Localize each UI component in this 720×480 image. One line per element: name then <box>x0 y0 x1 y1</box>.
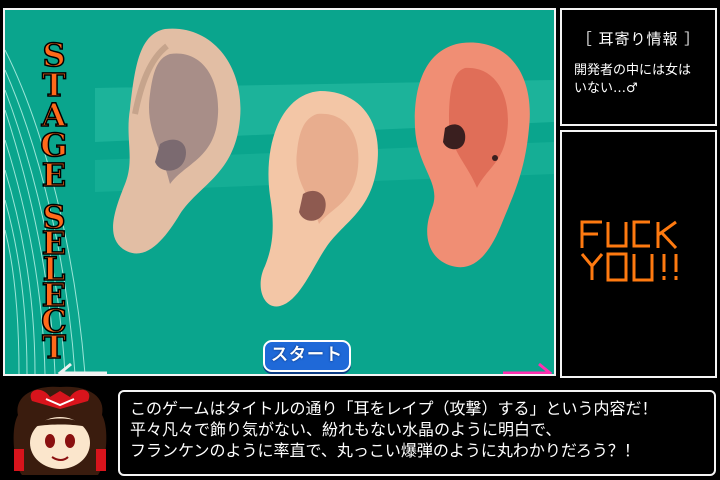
stage-select-panel: S T A G E S E L E C T スタート <box>3 8 556 376</box>
info-text: 開発者の中には女は いない…♂ <box>574 62 712 98</box>
stage-ear-right[interactable] <box>407 38 535 274</box>
start-button-label: スタート <box>271 345 343 365</box>
stage-ear-left[interactable] <box>105 24 245 264</box>
info-panel: ［ 耳寄り情報 ］ 開発者の中には女は いない…♂ <box>560 8 717 126</box>
logo-panel <box>560 130 717 378</box>
game-logo <box>580 220 678 282</box>
prev-stage-arrow-icon[interactable] <box>55 360 111 376</box>
next-stage-arrow-icon[interactable] <box>499 360 555 376</box>
stage-select-title: S T A G E S E L E C T <box>40 36 69 367</box>
dialogue-line: 平々凡々で飾り気がない、紛れもない水晶のように明白で、 <box>130 420 562 439</box>
title-letter: E <box>42 156 66 194</box>
info-line: 開発者の中には女は <box>574 63 692 78</box>
dialogue-box[interactable]: このゲームはタイトルの通り「耳をレイプ（攻撃）する」という内容だ！ 平々凡々で飾… <box>118 390 716 476</box>
dialogue-line: このゲームはタイトルの通り「耳をレイプ（攻撃）する」という内容だ！ <box>130 399 658 418</box>
start-button[interactable]: スタート <box>263 340 351 372</box>
info-line: いない…♂ <box>574 81 638 96</box>
dialogue-line: フランケンのように率直で、丸っこい爆弾のように丸わかりだろう？！ <box>130 441 640 460</box>
speaker-portrait <box>13 386 107 475</box>
info-title: ［ 耳寄り情報 ］ <box>576 30 701 48</box>
stage-ear-middle[interactable] <box>255 86 385 314</box>
